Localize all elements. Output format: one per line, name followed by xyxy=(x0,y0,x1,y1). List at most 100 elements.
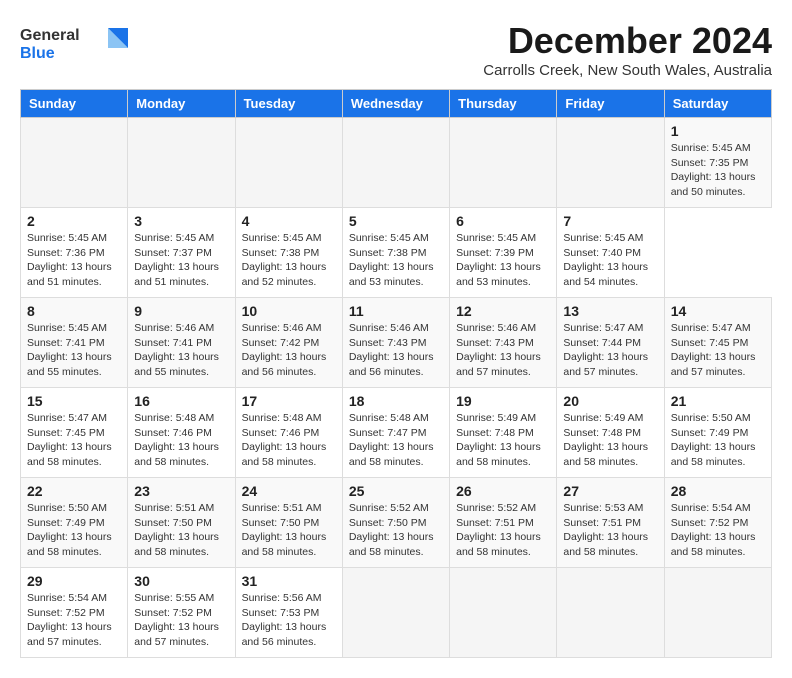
day-info: Sunrise: 5:46 AMSunset: 7:43 PMDaylight:… xyxy=(456,321,550,380)
empty-cell xyxy=(235,118,342,208)
day-number: 17 xyxy=(242,393,336,409)
day-info: Sunrise: 5:45 AMSunset: 7:36 PMDaylight:… xyxy=(27,231,121,290)
svg-text:General: General xyxy=(20,27,80,44)
day-cell: 21 Sunrise: 5:50 AMSunset: 7:49 PMDayligh… xyxy=(664,388,771,478)
day-number: 12 xyxy=(456,303,550,319)
day-number: 16 xyxy=(134,393,228,409)
day-info: Sunrise: 5:45 AMSunset: 7:38 PMDaylight:… xyxy=(242,231,336,290)
day-cell xyxy=(664,568,771,658)
day-cell: 9Sunrise: 5:46 AMSunset: 7:41 PMDaylight… xyxy=(128,298,235,388)
day-number: 20 xyxy=(563,393,657,409)
day-number: 18 xyxy=(349,393,443,409)
day-cell: 27 Sunrise: 5:53 AMSunset: 7:51 PMDayligh… xyxy=(557,478,664,568)
calendar-week-row: 1 Sunrise: 5:45 AMSunset: 7:35 PMDaylight… xyxy=(21,118,772,208)
empty-cell xyxy=(128,118,235,208)
day-cell: 5Sunrise: 5:45 AMSunset: 7:38 PMDaylight… xyxy=(342,208,449,298)
calendar-week-row: 22 Sunrise: 5:50 AMSunset: 7:49 PMDayligh… xyxy=(21,478,772,568)
day-info: Sunrise: 5:48 AMSunset: 7:46 PMDaylight:… xyxy=(242,411,336,470)
day-number: 11 xyxy=(349,303,443,319)
day-info: Sunrise: 5:47 AMSunset: 7:44 PMDaylight:… xyxy=(563,321,657,380)
day-info: Sunrise: 5:47 AMSunset: 7:45 PMDaylight:… xyxy=(27,411,121,470)
empty-cell xyxy=(342,118,449,208)
day-number: 30 xyxy=(134,573,228,589)
day-cell: 29Sunrise: 5:54 AMSunset: 7:52 PMDayligh… xyxy=(21,568,128,658)
day-number: 22 xyxy=(27,483,121,499)
day-header-friday: Friday xyxy=(557,90,664,118)
day-cell: 7Sunrise: 5:45 AMSunset: 7:40 PMDaylight… xyxy=(557,208,664,298)
empty-cell xyxy=(557,118,664,208)
day-header-tuesday: Tuesday xyxy=(235,90,342,118)
calendar-week-row: 8 Sunrise: 5:45 AMSunset: 7:41 PMDaylight… xyxy=(21,298,772,388)
day-info: Sunrise: 5:45 AMSunset: 7:41 PMDaylight:… xyxy=(27,321,121,380)
day-cell: 17 Sunrise: 5:48 AMSunset: 7:46 PMDayligh… xyxy=(235,388,342,478)
day-number: 6 xyxy=(456,213,550,229)
day-info: Sunrise: 5:50 AMSunset: 7:49 PMDaylight:… xyxy=(671,411,765,470)
day-header-thursday: Thursday xyxy=(450,90,557,118)
day-cell: 8 Sunrise: 5:45 AMSunset: 7:41 PMDaylight… xyxy=(21,298,128,388)
day-number: 4 xyxy=(242,213,336,229)
day-cell xyxy=(450,568,557,658)
day-header-wednesday: Wednesday xyxy=(342,90,449,118)
day-cell: 6Sunrise: 5:45 AMSunset: 7:39 PMDaylight… xyxy=(450,208,557,298)
svg-text:Blue: Blue xyxy=(20,45,55,62)
day-cell: 24 Sunrise: 5:51 AMSunset: 7:50 PMDayligh… xyxy=(235,478,342,568)
day-info: Sunrise: 5:48 AMSunset: 7:46 PMDaylight:… xyxy=(134,411,228,470)
day-info: Sunrise: 5:56 AMSunset: 7:53 PMDaylight:… xyxy=(242,591,336,650)
day-cell: 31 Sunrise: 5:56 AMSunset: 7:53 PMDayligh… xyxy=(235,568,342,658)
day-cell: 19 Sunrise: 5:49 AMSunset: 7:48 PMDayligh… xyxy=(450,388,557,478)
day-info: Sunrise: 5:49 AMSunset: 7:48 PMDaylight:… xyxy=(563,411,657,470)
calendar-week-row: 29Sunrise: 5:54 AMSunset: 7:52 PMDayligh… xyxy=(21,568,772,658)
day-number: 5 xyxy=(349,213,443,229)
day-number: 2 xyxy=(27,213,121,229)
location: Carrolls Creek, New South Wales, Austral… xyxy=(483,62,772,79)
day-cell: 14Sunrise: 5:47 AMSunset: 7:45 PMDayligh… xyxy=(664,298,771,388)
day-cell: 3Sunrise: 5:45 AMSunset: 7:37 PMDaylight… xyxy=(128,208,235,298)
day-info: Sunrise: 5:55 AMSunset: 7:52 PMDaylight:… xyxy=(134,591,228,650)
day-header-saturday: Saturday xyxy=(664,90,771,118)
page-header: General Blue December 2024 Carrolls Cree… xyxy=(20,20,772,79)
day-number: 9 xyxy=(134,303,228,319)
day-header-monday: Monday xyxy=(128,90,235,118)
day-number: 3 xyxy=(134,213,228,229)
day-info: Sunrise: 5:52 AMSunset: 7:50 PMDaylight:… xyxy=(349,501,443,560)
day-number: 19 xyxy=(456,393,550,409)
day-info: Sunrise: 5:46 AMSunset: 7:43 PMDaylight:… xyxy=(349,321,443,380)
day-cell: 20 Sunrise: 5:49 AMSunset: 7:48 PMDayligh… xyxy=(557,388,664,478)
day-number: 24 xyxy=(242,483,336,499)
day-cell: 30 Sunrise: 5:55 AMSunset: 7:52 PMDayligh… xyxy=(128,568,235,658)
day-cell: 28Sunrise: 5:54 AMSunset: 7:52 PMDayligh… xyxy=(664,478,771,568)
day-info: Sunrise: 5:45 AMSunset: 7:35 PMDaylight:… xyxy=(671,141,765,200)
day-cell xyxy=(557,568,664,658)
day-number: 1 xyxy=(671,123,765,139)
day-cell: 22 Sunrise: 5:50 AMSunset: 7:49 PMDayligh… xyxy=(21,478,128,568)
day-number: 23 xyxy=(134,483,228,499)
day-info: Sunrise: 5:46 AMSunset: 7:42 PMDaylight:… xyxy=(242,321,336,380)
day-cell: 4 Sunrise: 5:45 AMSunset: 7:38 PMDaylight… xyxy=(235,208,342,298)
day-number: 8 xyxy=(27,303,121,319)
day-info: Sunrise: 5:52 AMSunset: 7:51 PMDaylight:… xyxy=(456,501,550,560)
day-cell: 16 Sunrise: 5:48 AMSunset: 7:46 PMDayligh… xyxy=(128,388,235,478)
calendar-week-row: 15 Sunrise: 5:47 AMSunset: 7:45 PMDayligh… xyxy=(21,388,772,478)
day-header-sunday: Sunday xyxy=(21,90,128,118)
day-number: 21 xyxy=(671,393,765,409)
day-info: Sunrise: 5:51 AMSunset: 7:50 PMDaylight:… xyxy=(242,501,336,560)
day-cell: 13Sunrise: 5:47 AMSunset: 7:44 PMDayligh… xyxy=(557,298,664,388)
day-cell: 25Sunrise: 5:52 AMSunset: 7:50 PMDayligh… xyxy=(342,478,449,568)
day-cell: 2 Sunrise: 5:45 AMSunset: 7:36 PMDaylight… xyxy=(21,208,128,298)
empty-cell xyxy=(450,118,557,208)
title-area: December 2024 Carrolls Creek, New South … xyxy=(483,20,772,79)
day-info: Sunrise: 5:53 AMSunset: 7:51 PMDaylight:… xyxy=(563,501,657,560)
day-number: 27 xyxy=(563,483,657,499)
logo-graphic: General Blue xyxy=(20,20,130,70)
day-info: Sunrise: 5:50 AMSunset: 7:49 PMDaylight:… xyxy=(27,501,121,560)
day-info: Sunrise: 5:49 AMSunset: 7:48 PMDaylight:… xyxy=(456,411,550,470)
day-number: 10 xyxy=(242,303,336,319)
day-cell: 12 Sunrise: 5:46 AMSunset: 7:43 PMDayligh… xyxy=(450,298,557,388)
logo: General Blue xyxy=(20,20,130,70)
day-number: 15 xyxy=(27,393,121,409)
day-info: Sunrise: 5:47 AMSunset: 7:45 PMDaylight:… xyxy=(671,321,765,380)
calendar-table: SundayMondayTuesdayWednesdayThursdayFrid… xyxy=(20,89,772,658)
day-number: 7 xyxy=(563,213,657,229)
day-number: 31 xyxy=(242,573,336,589)
day-info: Sunrise: 5:54 AMSunset: 7:52 PMDaylight:… xyxy=(671,501,765,560)
